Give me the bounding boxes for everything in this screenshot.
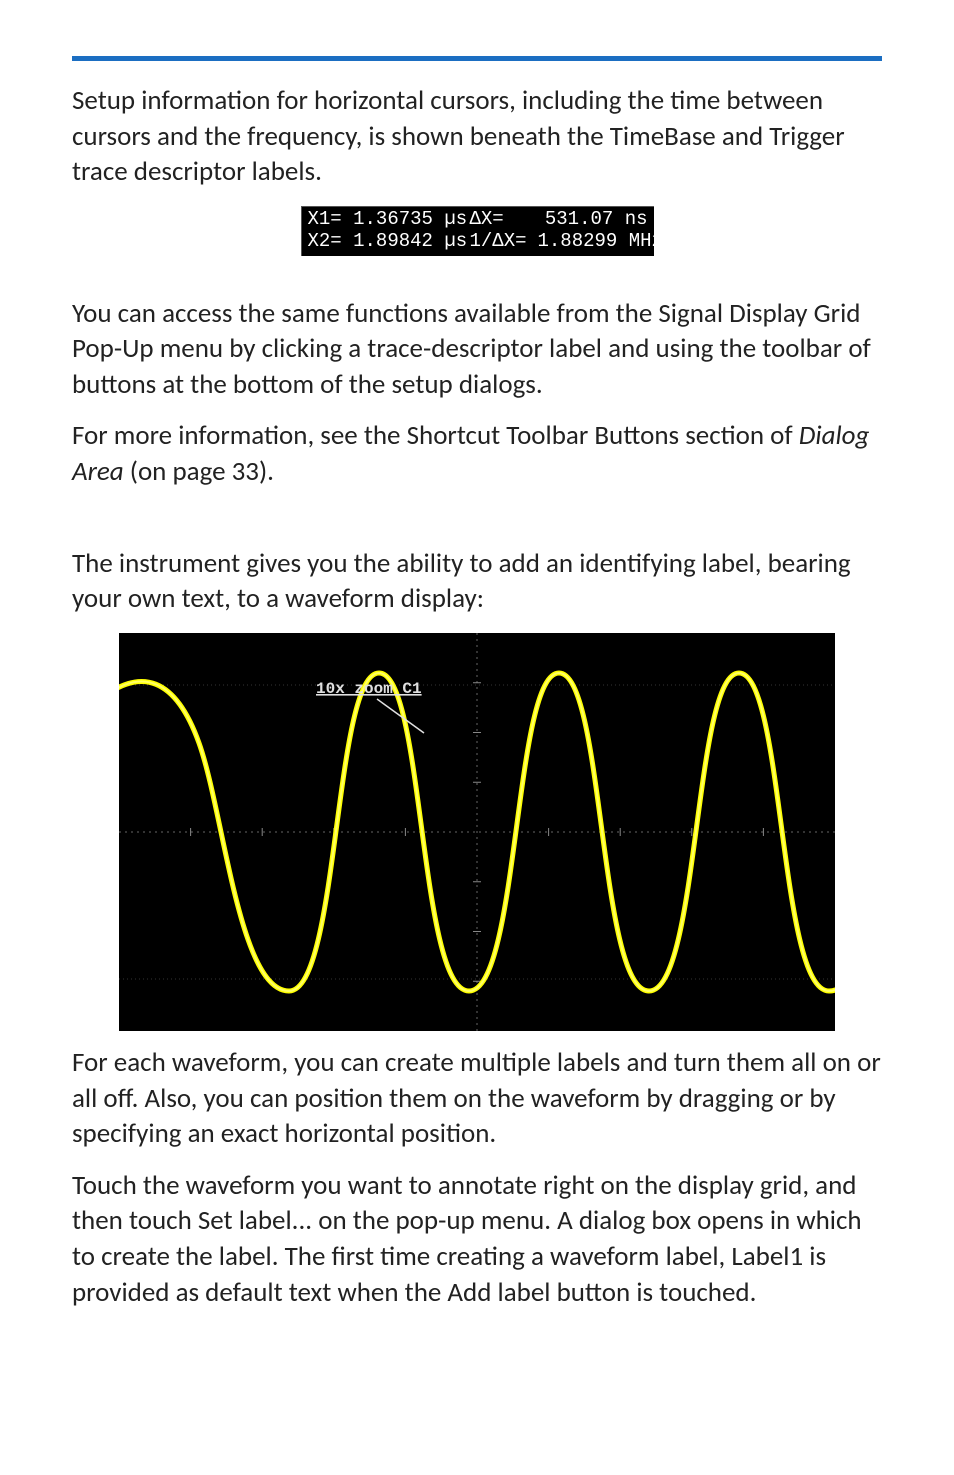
waveform-display: 10x zoom C1 [119, 633, 835, 1031]
more-info-suffix: (on page 33). [124, 455, 274, 488]
cursor-x2-label: X2= 1.89842 µs [308, 231, 456, 253]
paragraph-popup-functions: You can access the same functions availa… [72, 296, 882, 403]
cursor-row-1: X1= 1.36735 µs ΔX= 531.07 ns [308, 209, 648, 231]
more-info-prefix: For more information, see the Shortcut T… [72, 419, 799, 452]
paragraph-labels-multiple: For each waveform, you can create multip… [72, 1045, 882, 1152]
cursor-invdx-value: 1.88299 MHz [538, 231, 648, 253]
paragraph-cursor-info: Setup information for horizontal cursors… [72, 83, 882, 190]
cursor-dx-value: 531.07 ns [538, 209, 648, 231]
top-rule [72, 56, 882, 61]
paragraph-label-intro: The instrument gives you the ability to … [72, 546, 882, 617]
cursor-dx-label: ΔX= [470, 209, 524, 231]
cursor-readout-box: X1= 1.36735 µs ΔX= 531.07 ns X2= 1.89842… [301, 206, 654, 256]
cursor-row-2: X2= 1.89842 µs 1/ΔX= 1.88299 MHz [308, 231, 648, 253]
cursor-invdx-label: 1/ΔX= [470, 231, 524, 253]
paragraph-more-info: For more information, see the Shortcut T… [72, 418, 882, 489]
waveform-grid [119, 633, 835, 1031]
cursor-x1-label: X1= 1.36735 µs [308, 209, 456, 231]
paragraph-set-label: Touch the waveform you want to annotate … [72, 1168, 882, 1311]
waveform-annotation-label[interactable]: 10x zoom C1 [316, 680, 422, 698]
